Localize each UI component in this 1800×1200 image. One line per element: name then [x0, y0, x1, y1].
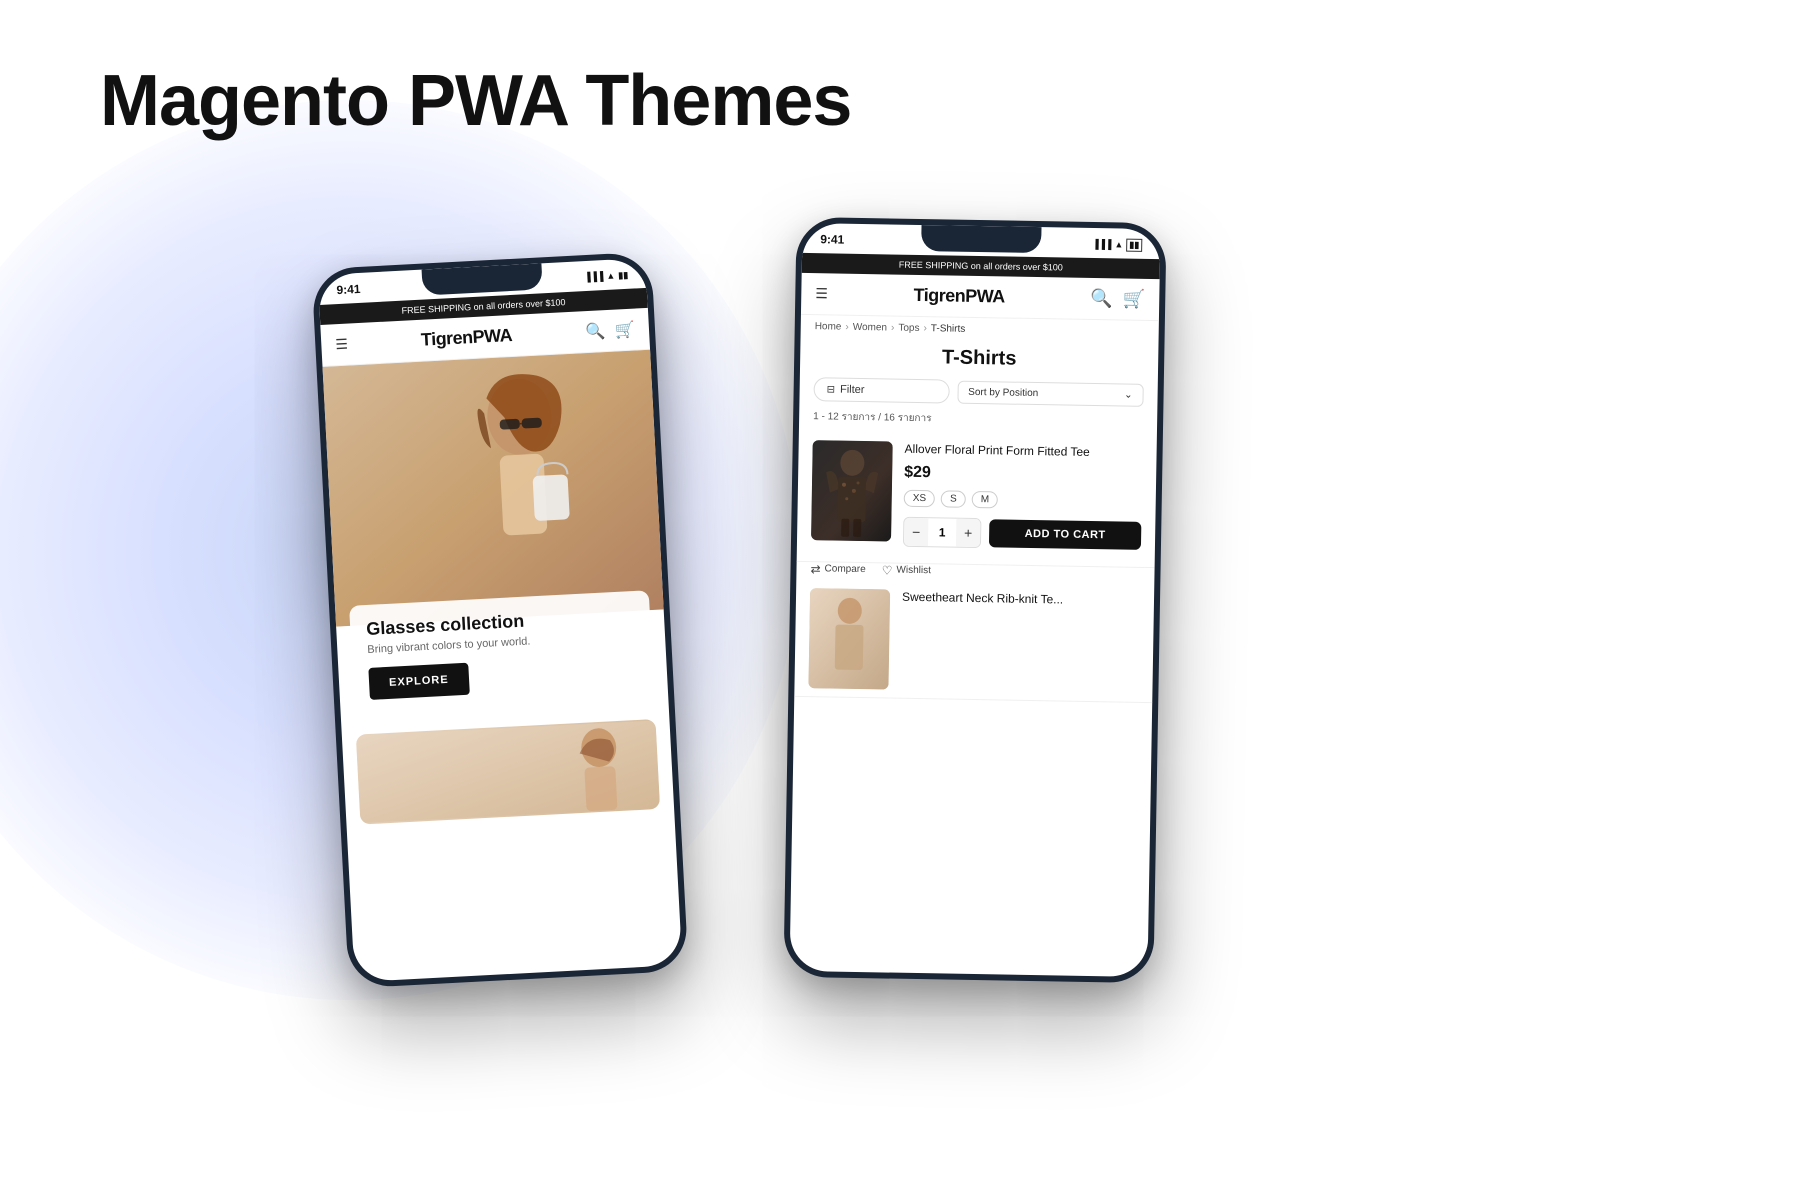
product-row-2: Sweetheart Neck Rib-knit Te...	[794, 579, 1154, 702]
phone-1-nav-icons: 🔍 🛒	[585, 319, 636, 342]
product-2-name: Sweetheart Neck Rib-knit Te...	[902, 589, 1140, 609]
size-s[interactable]: S	[941, 490, 966, 507]
explore-button[interactable]: EXPLORE	[368, 663, 469, 700]
battery-icon-2: ▮▮	[1126, 238, 1142, 251]
size-options: XS S M	[904, 489, 1142, 510]
product-2-thumbnail	[808, 588, 890, 689]
phone-2-nav: ☰ TigrenPWA 🔍 🛒	[801, 273, 1160, 321]
breadcrumb-tshirts: T-Shirts	[931, 323, 966, 335]
product-1-price: $29	[904, 463, 1142, 485]
phone-2: 9:41 ▐▐▐ ▲ ▮▮ FREE SHIPPING on all order…	[783, 217, 1166, 983]
add-to-cart-row: − 1 + ADD TO CART	[903, 516, 1141, 550]
search-icon[interactable]: 🔍	[585, 321, 606, 342]
phone-1-logo: TigrenPWA	[420, 325, 512, 351]
cart-icon[interactable]: 🛒	[615, 319, 636, 340]
signal-bars-icon: ▐▐▐	[1092, 239, 1111, 249]
size-m[interactable]: M	[972, 491, 999, 508]
product-1-image	[811, 440, 893, 541]
page-title: Magento PWA Themes	[100, 60, 851, 142]
compare-icon: ⇄	[810, 562, 820, 576]
signal-icon: ▐▐▐	[584, 271, 604, 282]
wifi-icon-2: ▲	[1114, 239, 1123, 249]
phones-area: 9:41 ▐▐▐ ▲ ▮▮ FREE SHIPPING on all order…	[60, 180, 1740, 1160]
phone-1: 9:41 ▐▐▐ ▲ ▮▮ FREE SHIPPING on all order…	[311, 252, 688, 989]
product-1-thumbnail	[811, 440, 893, 541]
phone-2-hamburger-icon[interactable]: ☰	[815, 285, 828, 302]
compare-action[interactable]: ⇄ Compare	[810, 562, 865, 577]
quantity-control: − 1 +	[903, 516, 982, 547]
add-to-cart-button[interactable]: ADD TO CART	[989, 519, 1141, 550]
chevron-down-icon: ⌄	[1124, 389, 1133, 400]
breadcrumb-women[interactable]: Women	[853, 322, 887, 334]
phone-1-time: 9:41	[336, 282, 361, 297]
heart-icon: ♡	[882, 563, 893, 577]
hamburger-icon[interactable]: ☰	[335, 336, 348, 354]
second-product-teaser	[356, 719, 660, 825]
filter-button[interactable]: ⊟ Filter	[813, 377, 949, 403]
phone-2-screen: 9:41 ▐▐▐ ▲ ▮▮ FREE SHIPPING on all order…	[790, 223, 1161, 977]
phone-2-search-icon[interactable]: 🔍	[1090, 288, 1113, 309]
size-xs[interactable]: XS	[904, 489, 936, 507]
phone-2-cart-icon[interactable]: 🛒	[1123, 289, 1146, 310]
breadcrumb-home[interactable]: Home	[815, 321, 842, 332]
product-row-1: Allover Floral Print Form Fitted Tee $29…	[797, 432, 1157, 568]
product-2-image	[808, 588, 890, 689]
quantity-decrease-button[interactable]: −	[904, 517, 928, 545]
product-1-name: Allover Floral Print Form Fitted Tee	[904, 442, 1142, 462]
teaser-svg	[356, 719, 660, 825]
product-2-info: Sweetheart Neck Rib-knit Te...	[902, 589, 1140, 615]
product-1-info: Allover Floral Print Form Fitted Tee $29…	[903, 442, 1143, 559]
quantity-increase-button[interactable]: +	[956, 518, 980, 546]
phone-1-hero-image	[323, 350, 664, 627]
phone-2-nav-icons: 🔍 🛒	[1090, 288, 1145, 310]
phone-2-logo: TigrenPWA	[913, 285, 1005, 308]
wifi-icon: ▲	[606, 271, 615, 281]
phone-1-status-icons: ▐▐▐ ▲ ▮▮	[584, 269, 628, 282]
phone-1-hero-card: Glasses collection Bring vibrant colors …	[349, 590, 654, 715]
breadcrumb-tops[interactable]: Tops	[898, 323, 919, 334]
phone-2-status-icons: ▐▐▐ ▲ ▮▮	[1092, 237, 1142, 251]
quantity-value: 1	[928, 518, 956, 546]
hero-figure-svg	[323, 350, 664, 627]
phone-2-notch	[921, 225, 1041, 253]
wishlist-action[interactable]: ♡ Wishlist	[882, 563, 931, 578]
battery-icon: ▮▮	[618, 269, 628, 281]
filter-icon: ⊟	[827, 384, 836, 395]
sort-button[interactable]: Sort by Position ⌄	[957, 380, 1144, 406]
phone-1-screen: 9:41 ▐▐▐ ▲ ▮▮ FREE SHIPPING on all order…	[318, 258, 683, 982]
category-title: T-Shirts	[800, 338, 1159, 383]
phone-2-time: 9:41	[820, 232, 844, 246]
